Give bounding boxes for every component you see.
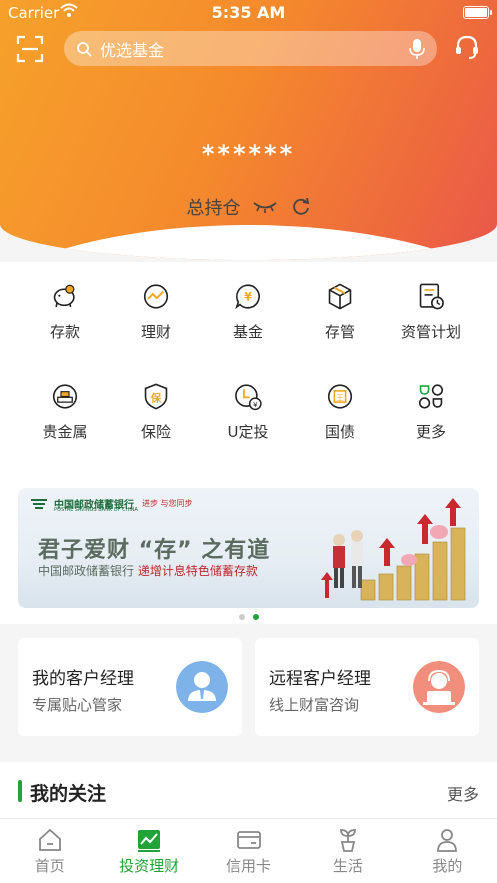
home-icon [38,828,61,851]
user-icon [437,829,458,852]
scan-icon[interactable] [16,35,44,63]
banner-subtitle: 中国邮政储蓄银行 递增计息特色储蓄存款 [38,562,258,579]
refresh-icon[interactable] [291,197,311,217]
tab-label: 生活 [332,857,363,875]
search-icon [77,41,92,57]
card-subtitle: 线上财富咨询 [269,696,360,714]
grid-item-deposit[interactable]: 存款 [17,262,113,342]
grid-label: U定投 [227,423,269,441]
gold-bar-icon [52,384,78,409]
total-holding-row: 总持仓 [0,194,497,220]
tab-label: 我的 [432,857,463,875]
status-bar: Carrier 5:35 AM [0,0,497,26]
card-title: 远程客户经理 [269,669,371,689]
bank-name-en: POSTAL SAVINGS BANK OF CHINA [54,507,138,513]
grid-label: 理财 [140,323,171,341]
more-grid-icon [418,384,444,409]
tab-mine[interactable]: 我的 [398,819,497,883]
grid-item-u-fixed-invest[interactable]: ¥ U定投 [200,362,296,442]
tab-label: 首页 [34,857,65,875]
piggy-bank-icon [53,284,75,308]
promo-banner[interactable]: 中国邮政储蓄银行 POSTAL SAVINGS BANK OF CHINA 进步… [18,488,479,608]
my-follow-section: 我的关注 更多 [0,762,497,818]
shield-icon: 保 [144,383,168,410]
grid-label: 存管 [324,323,355,341]
grid-item-precious-metal[interactable]: 贵金属 [17,362,113,442]
seal-icon: 王 [327,384,353,409]
my-manager-card[interactable]: 我的客户经理 专属贴心管家 [18,638,242,736]
grid-item-wealth[interactable]: 理财 [108,262,204,342]
pagination-dot-active[interactable] [252,614,259,620]
invest-chart-icon [138,830,161,852]
grid-item-insurance[interactable]: 保 保险 [108,362,204,442]
grid-label: 更多 [415,423,446,441]
total-balance-masked: ****** [201,140,296,168]
total-holding-label: 总持仓 [186,198,241,219]
banner-section: 中国邮政储蓄银行 POSTAL SAVINGS BANK OF CHINA 进步… [0,474,497,624]
tab-home[interactable]: 首页 [0,819,99,883]
grid-item-treasury-bond[interactable]: 王 国债 [292,362,388,442]
banner-illustration [321,498,466,601]
eye-closed-icon[interactable] [252,200,277,214]
card-title: 我的客户经理 [32,669,134,689]
remote-manager-card[interactable]: 远程客户经理 线上财富咨询 [255,638,479,736]
svg-text:¥: ¥ [253,400,258,409]
grid-label: 贵金属 [42,423,88,441]
plant-icon [340,829,356,852]
more-link[interactable]: 更多 [447,781,479,805]
bottom-tab-bar: 首页 投资理财 信用卡 生活 我的 [0,818,497,883]
section-accent-bar [18,780,22,802]
battery-icon [463,6,492,19]
grid-item-asset-plan[interactable]: 资管计划 [383,262,479,342]
credit-card-icon [236,831,261,849]
bank-logo-icon [31,499,47,509]
banner-pagination [0,614,497,620]
tab-invest[interactable]: 投资理财 [99,819,198,883]
tab-credit-card[interactable]: 信用卡 [199,819,298,883]
tab-label: 投资理财 [119,857,180,875]
bank-slogan: 进步 与您同步 [142,499,193,508]
grid-label: 资管计划 [400,323,461,341]
banner-subtitle-prefix: 中国邮政储蓄银行 [38,564,135,578]
customer-service-icon[interactable] [453,34,481,62]
tab-label: 信用卡 [226,857,272,875]
box-icon [328,283,352,310]
search-placeholder: 优选基金 [100,40,165,60]
svg-text:¥: ¥ [244,291,252,304]
section-title: 我的关注 [30,783,107,805]
banner-headline: 君子爱财 “存” 之有道 [38,538,271,563]
search-bar[interactable]: 优选基金 [64,31,437,66]
banner-subtitle-highlight: 递增计息特色储蓄存款 [137,564,258,578]
grid-label: 保险 [140,423,171,441]
remote-agent-avatar-icon [413,661,465,713]
grid-label: 存款 [49,323,80,341]
yen-chat-icon: ¥ [235,284,260,310]
grid-label: 国债 [324,423,355,441]
grid-label: 基金 [232,323,263,341]
clock-label: 5:35 AM [211,3,286,22]
card-subtitle: 专属贴心管家 [32,696,123,714]
header-hero: Carrier 5:35 AM 优选基金 ****** [0,0,497,260]
microphone-icon[interactable] [409,38,425,60]
trend-chart-icon [143,284,169,309]
grid-item-fund[interactable]: ¥ 基金 [200,262,296,342]
document-clock-icon [419,283,444,310]
pagination-dot[interactable] [238,614,245,620]
clock-yen-icon: ¥ [235,384,262,411]
svg-text:王: 王 [336,394,343,403]
grid-item-more[interactable]: 更多 [383,362,479,442]
manager-avatar-icon [176,661,228,713]
svg-text:保: 保 [150,391,162,404]
tab-life[interactable]: 生活 [298,819,397,883]
grid-item-custody[interactable]: 存管 [292,262,388,342]
function-grid: 存款 理财 ¥ 基金 存管 资管计划 贵金属 保 保险 ¥ U定投 王 国债 更… [0,262,497,474]
